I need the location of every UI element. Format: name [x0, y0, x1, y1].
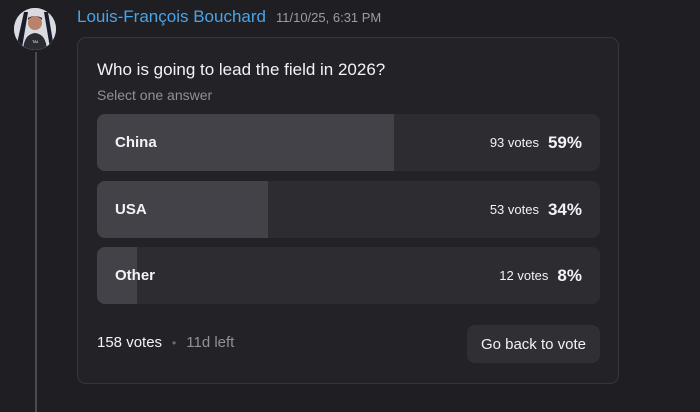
- option-votes: 53 votes: [489, 202, 539, 217]
- total-votes: 158 votes: [97, 334, 163, 351]
- poll-option-other[interactable]: Other 12 votes 8%: [97, 247, 600, 304]
- option-percent: 59%: [547, 132, 582, 152]
- poll-option-usa[interactable]: USA 53 votes 34%: [97, 181, 600, 238]
- option-label: China: [115, 134, 157, 151]
- time-left: 11d left: [186, 334, 235, 351]
- message-header: Louis-François Bouchard 11/10/25, 6:31 P…: [77, 7, 381, 29]
- message-timestamp: 11/10/25, 6:31 PM: [275, 10, 382, 25]
- go-back-to-vote-button[interactable]: Go back to vote: [466, 325, 600, 363]
- poll-footer: 158 votes • 11d left: [97, 334, 234, 351]
- author-name[interactable]: Louis-François Bouchard: [77, 7, 266, 27]
- thread-line: [35, 52, 37, 412]
- poll-card: Who is going to lead the field in 2026? …: [77, 37, 619, 384]
- option-label: USA: [115, 201, 147, 218]
- option-votes: 12 votes: [499, 268, 549, 283]
- poll-option-china[interactable]: China 93 votes 59%: [97, 114, 600, 171]
- separator-dot: •: [172, 335, 177, 350]
- option-stats: 12 votes 8%: [499, 247, 582, 304]
- option-votes: 93 votes: [489, 135, 539, 150]
- avatar[interactable]: TAI: [14, 8, 56, 50]
- svg-text:TAI: TAI: [32, 39, 38, 44]
- option-percent: 34%: [547, 199, 582, 219]
- option-stats: 53 votes 34%: [490, 181, 582, 238]
- user-avatar-icon: TAI: [14, 8, 56, 50]
- poll-question: Who is going to lead the field in 2026?: [97, 60, 386, 79]
- poll-hint: Select one answer: [97, 87, 213, 103]
- option-label: Other: [115, 267, 156, 284]
- option-stats: 93 votes 59%: [490, 114, 582, 171]
- option-percent: 8%: [557, 265, 582, 285]
